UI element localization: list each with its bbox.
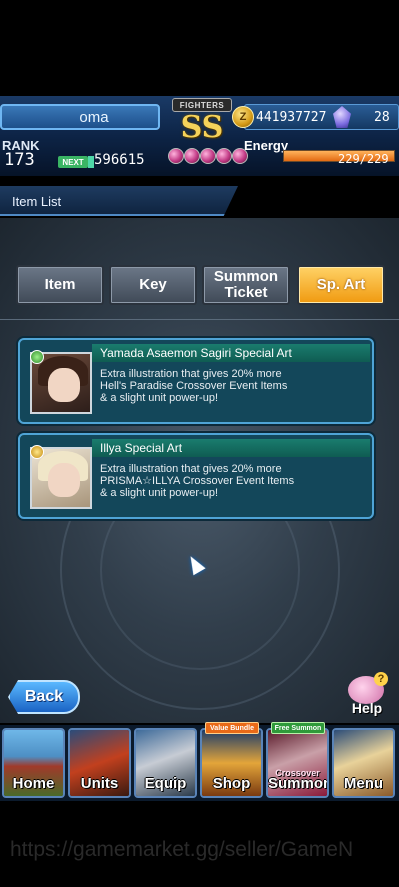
item-title: Illya Special Art xyxy=(100,441,183,455)
item-card[interactable]: Illya Special Art Extra illustration tha… xyxy=(18,433,374,519)
orb-icon xyxy=(200,148,216,164)
nav-label: Summon xyxy=(268,775,329,792)
value-bundle-badge: Value Bundle xyxy=(205,722,259,734)
nav-label: Units xyxy=(80,775,119,792)
nav-equip[interactable]: Equip xyxy=(134,728,197,798)
help-label: Help xyxy=(351,700,383,716)
energy-label: Energy xyxy=(244,138,289,153)
item-desc-line: & a slight unit power-up! xyxy=(100,392,219,404)
orb-icon xyxy=(184,148,200,164)
tab-item[interactable]: Item xyxy=(16,265,104,305)
item-desc-line: Extra illustration that gives 20% more xyxy=(100,463,282,475)
energy-value: 229/229 xyxy=(338,152,389,166)
item-card[interactable]: Yamada Asaemon Sagiri Special Art Extra … xyxy=(18,338,374,424)
portrait-face xyxy=(48,368,80,402)
item-title: Yamada Asaemon Sagiri Special Art xyxy=(100,346,292,360)
nav-label: Menu xyxy=(343,775,384,792)
question-icon: ? xyxy=(374,672,388,686)
nav-units[interactable]: Units xyxy=(68,728,131,798)
item-desc-line: & a slight unit power-up! xyxy=(100,487,219,499)
tab-sp-art[interactable]: Sp. Art xyxy=(297,265,385,305)
rank-value: 173 xyxy=(4,150,35,170)
nav-label: Home xyxy=(12,775,55,792)
player-name-bar[interactable]: oma xyxy=(0,104,160,130)
next-exp-value: 596615 xyxy=(94,152,145,168)
tab-key[interactable]: Key xyxy=(109,265,197,305)
item-desc-line: Extra illustration that gives 20% more xyxy=(100,368,282,380)
nav-menu[interactable]: Menu xyxy=(332,728,395,798)
portrait-face xyxy=(48,463,80,497)
item-desc-line: Hell's Paradise Crossover Event Items xyxy=(100,380,288,392)
back-button[interactable]: Back xyxy=(8,680,80,714)
item-description: Extra illustration that gives 20% more H… xyxy=(100,368,370,404)
player-name: oma xyxy=(79,108,109,126)
status-bar-area xyxy=(0,0,399,96)
orb-icon xyxy=(216,148,232,164)
help-button[interactable]: ? Help xyxy=(344,672,390,718)
page-title: Item List xyxy=(12,194,62,209)
nav-label: Shop xyxy=(212,775,251,792)
free-summon-badge: Free Summon xyxy=(271,722,325,734)
nav-label: Equip xyxy=(144,775,187,792)
gem-value: 28 xyxy=(374,110,390,125)
item-desc-line: PRISMA☆ILLYA Crossover Event Items xyxy=(100,475,295,487)
nav-summon[interactable]: Crossover Summon xyxy=(266,728,329,798)
zel-value: 441937727 xyxy=(256,110,327,125)
zel-coin-icon: Z xyxy=(232,106,254,128)
emblem-grade: SS xyxy=(180,110,224,145)
emblem-orbs xyxy=(168,148,248,170)
nav-shop[interactable]: Shop xyxy=(200,728,263,798)
nav-home[interactable]: Home xyxy=(2,728,65,798)
element-light-icon xyxy=(30,445,44,459)
watermark-text: https://gamemarket.gg/seller/GameN xyxy=(10,838,354,861)
orb-icon xyxy=(168,148,184,164)
element-earth-icon xyxy=(30,350,44,364)
item-description: Extra illustration that gives 20% more P… xyxy=(100,463,370,499)
tab-summon-ticket[interactable]: Summon Ticket xyxy=(202,265,290,305)
next-badge: NEXT xyxy=(58,156,88,168)
